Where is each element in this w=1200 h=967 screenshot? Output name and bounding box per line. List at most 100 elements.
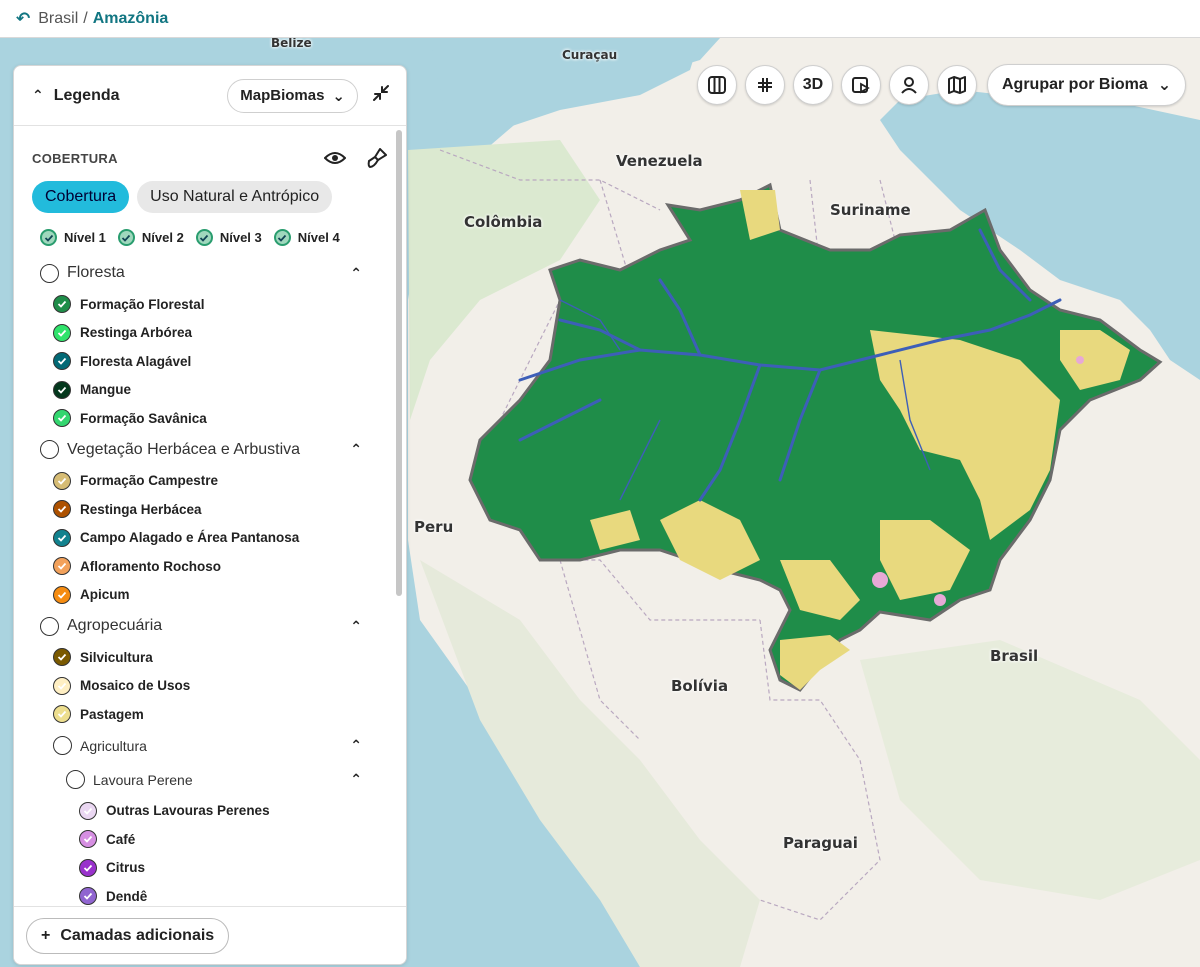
legend-class-item[interactable]: Citrus [14,854,406,883]
class-color-checkbox[interactable] [53,676,71,695]
columns-icon [708,76,726,94]
chevron-up-icon[interactable]: ⌃ [32,87,44,104]
level-4-checkbox[interactable]: Nível 4 [273,229,340,246]
class-label: Mosaico de Usos [80,678,191,694]
class-label: Restinga Arbórea [80,325,193,341]
map-icon [948,76,966,94]
legend-group-0[interactable]: Floresta ⌃ [14,256,406,290]
legend-subsubgroup-lavoura-perene[interactable]: Lavoura Perene ⌃ [14,763,406,797]
legend-class-item[interactable]: Floresta Alagável [14,347,406,376]
class-label: Formação Campestre [80,473,219,489]
class-color-checkbox[interactable] [79,801,97,820]
group-by-label: Agrupar por Bioma [1002,76,1148,93]
level-2-checkbox[interactable]: Nível 2 [117,229,184,246]
breadcrumb-root[interactable]: Brasil [38,10,78,28]
class-color-checkbox[interactable] [79,830,97,849]
map-label-colombia: Colômbia [464,213,543,231]
legend-scrollbar[interactable] [396,130,402,596]
class-color-checkbox[interactable] [53,295,71,314]
tab-cobertura[interactable]: Cobertura [32,181,130,213]
eye-icon[interactable] [324,147,346,169]
collection-select-label: MapBiomas [240,87,325,104]
class-color-checkbox[interactable] [79,858,97,877]
legend-class-item[interactable]: Restinga Arbórea [14,319,406,348]
radio-toggle[interactable] [66,770,85,789]
class-color-checkbox[interactable] [53,705,71,724]
chevron-up-icon[interactable]: ⌃ [350,737,362,754]
legend-class-item[interactable]: Formação Savânica [14,404,406,433]
class-color-checkbox[interactable] [53,380,71,399]
legend-class-item[interactable]: Formação Campestre [14,467,406,496]
3d-view-button[interactable]: 3D [793,65,833,105]
class-color-checkbox[interactable] [53,352,71,371]
plus-icon: + [41,926,51,944]
radio-toggle[interactable] [53,736,72,755]
legend-body[interactable]: COBERTURA Cobertura Uso Natural e Antróp… [14,127,406,908]
class-color-checkbox[interactable] [53,585,71,604]
map-label-brasil: Brasil [990,647,1039,665]
collection-select[interactable]: MapBiomas ⌄ [227,78,358,113]
legend-title: Legenda [53,86,120,104]
add-layers-button[interactable]: + Camadas adicionais [26,917,230,954]
basemap-button[interactable] [937,65,977,105]
chevron-down-icon: ⌄ [1157,77,1172,94]
class-color-checkbox[interactable] [53,500,71,519]
add-layers-label: Camadas adicionais [60,926,215,944]
legend-class-item[interactable]: Campo Alagado e Área Pantanosa [14,524,406,553]
legend-class-item[interactable]: Formação Florestal [14,290,406,319]
legend-class-item[interactable]: Café [14,825,406,854]
legend-class-item[interactable]: Afloramento Rochoso [14,552,406,581]
class-color-checkbox[interactable] [53,528,71,547]
compare-columns-button[interactable] [697,65,737,105]
legend-class-item[interactable]: Mangue [14,376,406,405]
grid-layer-button[interactable] [745,65,785,105]
level-1-checkbox[interactable]: Nível 1 [40,229,106,246]
group-by-select[interactable]: Agrupar por Bioma ⌄ [987,64,1187,106]
class-label: Mangue [80,382,132,398]
radio-toggle[interactable] [40,440,59,459]
group-label: Lavoura Perene [93,771,193,788]
chevron-up-icon[interactable]: ⌃ [350,771,362,788]
chevron-up-icon[interactable]: ⌃ [350,265,362,282]
map-toolbar: 3D Agrupar por Bioma ⌄ [697,64,1187,106]
paintbrush-icon[interactable] [366,147,388,169]
class-color-checkbox[interactable] [53,648,71,667]
legend-class-item[interactable]: Dendê [14,882,406,908]
tab-uso-natural-antropico[interactable]: Uso Natural e Antrópico [137,181,333,213]
level-checkboxes: Nível 1 Nível 2 Nível 3 Nível 4 [14,213,406,246]
group-label: Agropecuária [67,617,163,634]
legend-class-item[interactable]: Mosaico de Usos [14,672,406,701]
legend-group-2[interactable]: Agropecuária ⌃ [14,609,406,643]
breadcrumb-separator: / [83,9,88,27]
breadcrumb-current: Amazônia [92,9,169,27]
legend-class-item[interactable]: Pastagem [14,700,406,729]
class-label: Apicum [80,587,130,603]
class-color-checkbox[interactable] [53,323,71,342]
legend-footer: + Camadas adicionais [14,906,406,964]
level-3-checkbox[interactable]: Nível 3 [195,229,262,246]
location-button[interactable] [889,65,929,105]
class-color-checkbox[interactable] [53,557,71,576]
legend-class-item[interactable]: Outras Lavouras Perenes [14,797,406,826]
collapse-icon[interactable] [372,84,390,107]
group-label: Agricultura [80,737,147,754]
chevron-up-icon[interactable]: ⌃ [350,618,362,635]
class-color-checkbox[interactable] [79,887,97,906]
timelapse-button[interactable] [841,65,881,105]
legend-panel: ⌃ Legenda MapBiomas ⌄ COBERTURA Cobertur… [13,65,407,965]
chevron-down-icon: ⌄ [332,87,345,105]
class-color-checkbox[interactable] [53,471,71,490]
radio-toggle[interactable] [40,263,59,283]
legend-subgroup-agricultura[interactable]: Agricultura ⌃ [14,729,406,763]
map-label-belize: Belize [271,38,312,50]
legend-class-item[interactable]: Restinga Herbácea [14,495,406,524]
legend-class-item[interactable]: Apicum [14,581,406,610]
map-label-paraguai: Paraguai [783,834,858,852]
back-icon[interactable]: ↶ [16,9,30,29]
chevron-up-icon[interactable]: ⌃ [350,441,362,458]
legend-class-item[interactable]: Silvicultura [14,643,406,672]
group-label: Floresta [67,264,125,281]
class-color-checkbox[interactable] [53,409,71,428]
legend-group-1[interactable]: Vegetação Herbácea e Arbustiva ⌃ [14,433,406,467]
radio-toggle[interactable] [40,616,59,636]
